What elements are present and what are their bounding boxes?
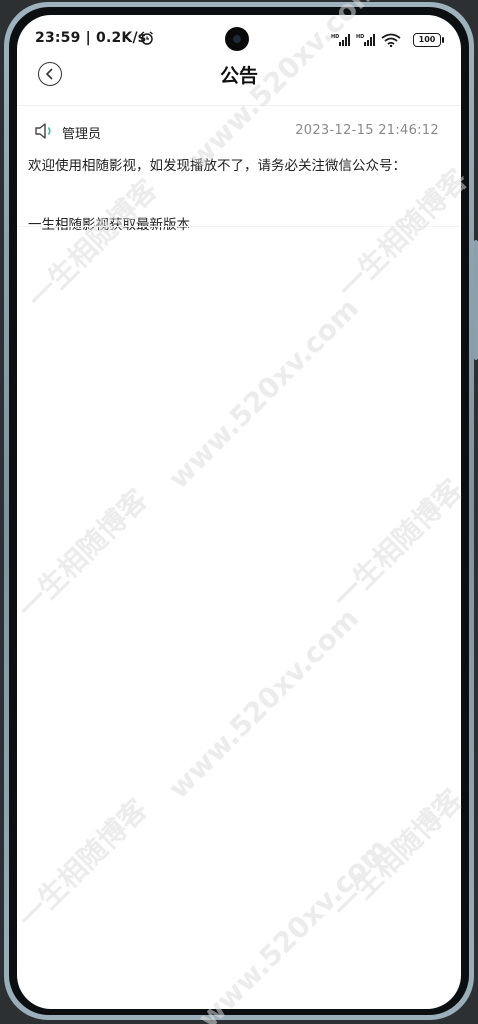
signal-hd-1-icon: HD [331,34,350,46]
notice-sender: 管理员 [62,127,102,142]
notice-body: 欢迎使用相随影视，如发现播放不了，请务必关注微信公众号： [28,158,406,174]
status-time-speed: 23:59 | 0.2K/s [35,30,147,46]
wifi-icon [381,33,401,47]
status-icons: HD HD 100 [331,33,444,47]
alarm-icon [141,31,153,45]
front-camera [225,27,249,51]
speaker-icon [35,123,51,139]
svg-text:HD: HD [331,34,339,40]
notice-body-line-2: 一生相随影视获取最新版本 [28,217,190,233]
page-title: 公告 [219,65,258,87]
screen: 23:59 | 0.2K/s HD HD 100 公告 管理员 2023-12-… [17,15,461,1009]
nav-bar: 公告 [17,59,461,106]
notice-date: 2023-12-15 21:46:12 [295,123,439,138]
notice-divider [17,226,461,227]
signal-hd-2-icon: HD [356,34,375,46]
status-bar: 23:59 | 0.2K/s HD HD 100 [17,15,461,65]
notice-header: 管理员 2023-12-15 21:46:12 [35,122,439,142]
side-button [474,240,478,360]
battery-indicator: 100 [413,33,444,47]
svg-text:HD: HD [356,34,364,40]
